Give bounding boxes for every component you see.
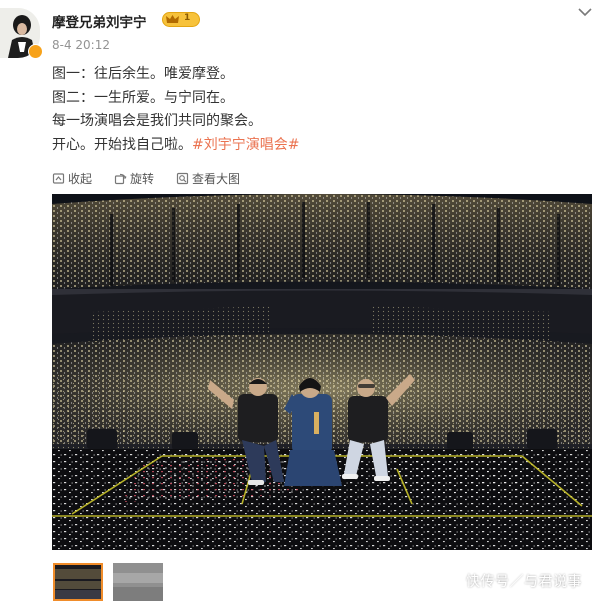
- post-text-line-1: 图一：往后余生。唯爱摩登。: [52, 66, 234, 82]
- concert-stage-photo: [52, 194, 592, 550]
- crown-icon[interactable]: [162, 12, 200, 27]
- post-timestamp[interactable]: 8-4 20:12: [52, 38, 110, 52]
- thumbnail-image: [55, 565, 101, 599]
- post-text-line-2: 图二：一生所爱。与宁同在。: [52, 89, 234, 106]
- rotate-label: 旋转: [130, 172, 155, 186]
- view-large-button[interactable]: 查看大图: [176, 170, 240, 187]
- watermark: 快传号／与君说事: [466, 574, 582, 590]
- view-large-label: 查看大图: [192, 172, 241, 186]
- rotate-icon: [114, 173, 127, 185]
- collapse-icon: [52, 173, 65, 184]
- vip-level: 1: [184, 13, 191, 23]
- post-text-line-4-text: 开心。开始找自己啦。: [52, 136, 192, 153]
- post-text-line-3: 每一场演唱会是我们共同的聚会。: [52, 113, 262, 129]
- verified-badge-icon: [28, 44, 43, 59]
- post-text-line-4: 开心。开始找自己啦。#刘宇宁演唱会#: [52, 134, 592, 158]
- view-large-icon: [176, 172, 189, 185]
- thumbnail-image: [113, 563, 163, 601]
- collapse-button[interactable]: 收起: [52, 170, 92, 187]
- hashtag-link[interactable]: #刘宇宁演唱会#: [192, 137, 299, 153]
- gallery-thumbnail[interactable]: [113, 563, 163, 601]
- username[interactable]: 摩登兄弟刘宇宁: [52, 11, 147, 31]
- collapse-label: 收起: [68, 172, 93, 186]
- image-toolbar: 收起 旋转 查看大图: [50, 161, 610, 194]
- rotate-button[interactable]: 旋转: [114, 170, 154, 187]
- gallery-thumbnail-selected[interactable]: [53, 563, 103, 601]
- post-image[interactable]: [52, 194, 592, 550]
- post-text: 图一：往后余生。唯爱摩登。 图二：一生所爱。与宁同在。 每一场演唱会是我们共同的…: [52, 63, 592, 157]
- chevron-down-icon[interactable]: [576, 5, 594, 19]
